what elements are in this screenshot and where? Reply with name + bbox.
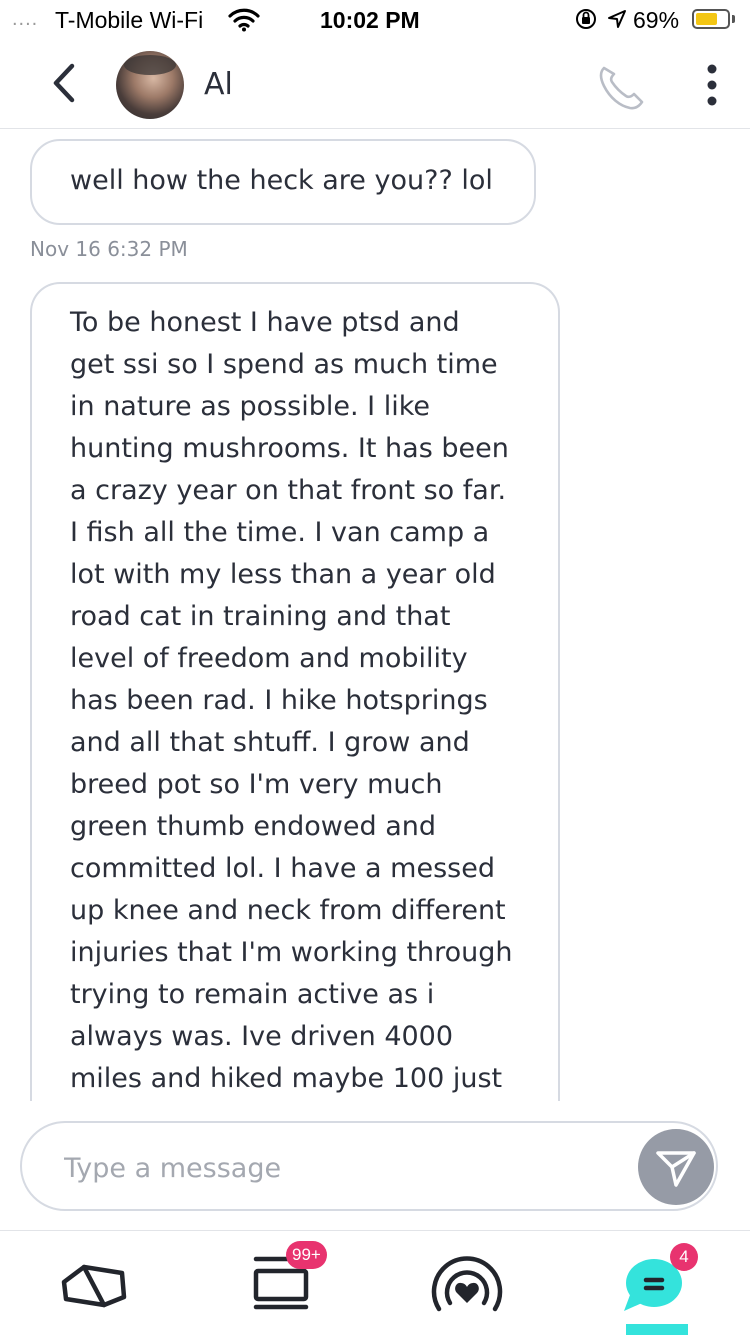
call-button[interactable] <box>594 58 650 114</box>
nav-cards[interactable] <box>50 1249 140 1319</box>
active-tab-indicator <box>626 1324 688 1335</box>
message-line: committed lol. I have a messed <box>70 853 495 884</box>
more-options-button[interactable] <box>700 62 724 110</box>
vertical-ellipsis-icon <box>707 64 717 106</box>
message-list[interactable]: well how the heck are you?? lol Nov 16 6… <box>0 129 750 1101</box>
message-line: miles and hiked maybe 100 just <box>70 1063 503 1094</box>
carrier-name: T-Mobile Wi-Fi <box>55 7 204 33</box>
message-line: has been rad. I hike hotsprings <box>70 685 488 716</box>
contact-name[interactable]: Al <box>204 67 233 102</box>
message-timestamp: Nov 16 6:32 PM <box>30 237 188 261</box>
signal-strength: .... <box>12 8 39 30</box>
message-line: green thumb endowed and <box>70 811 436 842</box>
message-line: up knee and neck from different <box>70 895 506 926</box>
battery-level <box>696 13 717 25</box>
status-bar: .... T-Mobile Wi-Fi 10:02 PM 69% <box>0 0 750 40</box>
message-bubble: To be honest I have ptsd and get ssi so … <box>30 282 560 1101</box>
message-line: lot with my less than a year old <box>70 559 496 590</box>
send-button[interactable] <box>638 1129 714 1205</box>
send-icon <box>656 1151 696 1187</box>
back-button[interactable] <box>44 58 84 108</box>
message-input[interactable] <box>62 1145 626 1191</box>
message-line: get ssi so I spend as much time <box>70 349 498 380</box>
stack-badge: 99+ <box>286 1241 327 1269</box>
message-composer <box>20 1121 718 1211</box>
message-line: road cat in training and that <box>70 601 451 632</box>
message-line: trying to remain active as i <box>70 979 435 1010</box>
message-line: breed pot so I'm very much <box>70 769 443 800</box>
contact-avatar[interactable] <box>116 51 184 119</box>
live-heart-icon <box>431 1256 503 1312</box>
wifi-icon <box>228 8 260 38</box>
chat-badge: 4 <box>670 1243 698 1271</box>
message-line: a crazy year on that front so far. <box>70 475 507 506</box>
nav-live[interactable] <box>422 1249 512 1319</box>
cards-icon <box>61 1264 127 1308</box>
message-bubble: well how the heck are you?? lol <box>30 139 536 225</box>
orientation-lock-icon <box>575 8 597 36</box>
battery-tip <box>732 15 735 23</box>
clock: 10:02 PM <box>320 7 420 33</box>
message-line: level of freedom and mobility <box>70 643 468 674</box>
phone-icon <box>599 66 644 110</box>
bottom-navigation: 99+ 4 <box>0 1230 750 1335</box>
message-line: injuries that I'm working through <box>70 937 513 968</box>
message-line: hunting mushrooms. It has been <box>70 433 509 464</box>
location-arrow-icon <box>606 8 628 36</box>
battery-percent: 69% <box>633 7 680 33</box>
message-line: To be honest I have ptsd and <box>70 307 460 338</box>
message-line: and all that shtuff. I grow and <box>70 727 470 758</box>
message-line: I fish all the time. I van camp a <box>70 517 490 548</box>
battery-icon <box>692 9 730 29</box>
chat-header: Al <box>0 40 750 129</box>
chevron-left-icon <box>53 63 75 103</box>
message-line: always was. Ive driven 4000 <box>70 1021 454 1052</box>
message-line: in nature as possible. I like <box>70 391 430 422</box>
